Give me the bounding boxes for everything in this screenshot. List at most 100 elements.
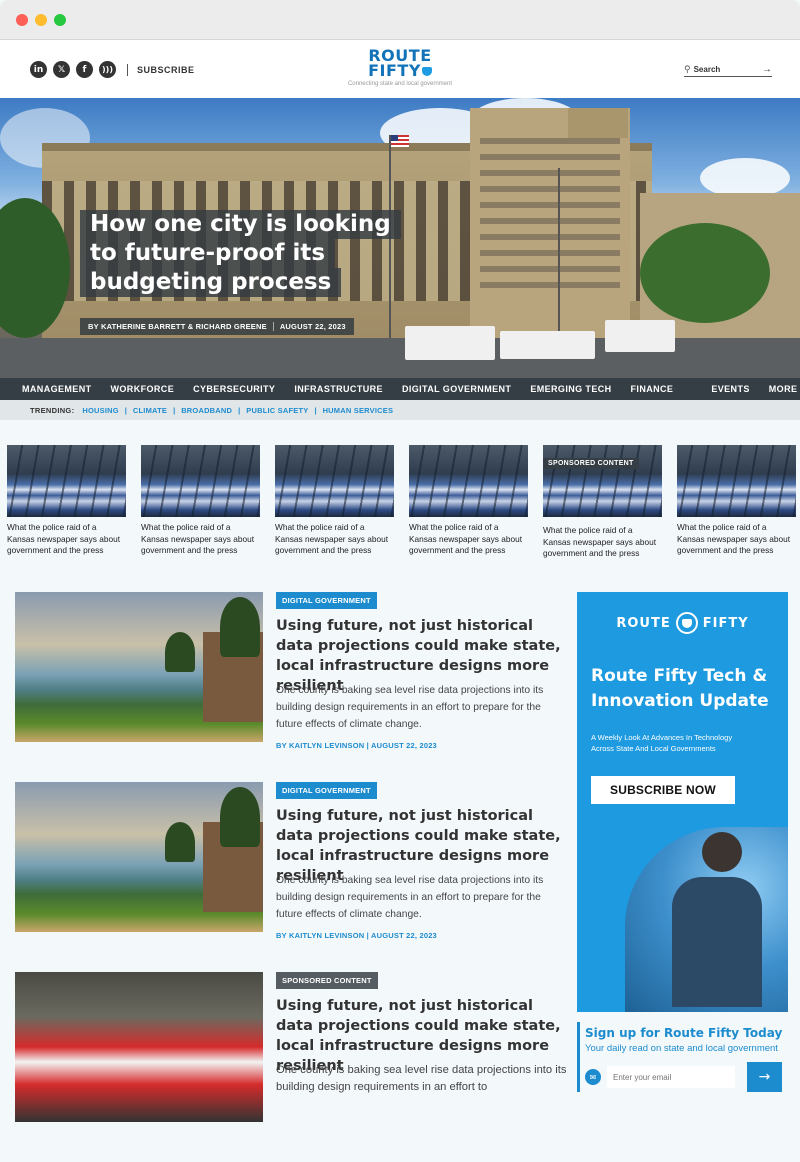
thumb-title[interactable]: What the police raid of a Kansas newspap…: [141, 522, 260, 557]
main-nav: MANAGEMENT WORKFORCE CYBERSECURITY INFRA…: [0, 378, 800, 400]
newsletter-ad[interactable]: ROUTE FIFTY Route Fifty Tech & Innovatio…: [577, 592, 788, 1012]
divider: [272, 322, 274, 331]
ad-logo: ROUTE FIFTY: [577, 612, 788, 634]
x-twitter-icon[interactable]: 𝕏: [53, 61, 70, 78]
nav-item-workforce[interactable]: WORKFORCE: [111, 384, 175, 394]
article-byline[interactable]: BY KAITLYN LEVINSON | AUGUST 22, 2023: [276, 741, 437, 750]
hero-date: AUGUST 22, 2023: [279, 322, 346, 331]
trending-link-climate[interactable]: CLIMATE: [133, 406, 167, 415]
divider: |: [314, 405, 317, 415]
article-card[interactable]: SPONSORED CONTENT Using future, not just…: [15, 972, 566, 1162]
us-flag: [391, 135, 409, 147]
trending-label: TRENDING:: [30, 405, 75, 415]
article-image[interactable]: [15, 782, 263, 932]
thumb-card[interactable]: What the police raid of a Kansas newspap…: [275, 445, 394, 560]
divider: [127, 63, 128, 76]
nav-item-cybersecurity[interactable]: CYBERSECURITY: [193, 384, 275, 394]
person-body: [672, 877, 762, 1007]
trending-bar: TRENDING: HOUSING | CLIMATE | BROADBAND …: [0, 400, 800, 420]
article-category[interactable]: DIGITAL GOVERNMENT: [276, 782, 377, 799]
subscribe-now-button[interactable]: SUBSCRIBE NOW: [591, 776, 735, 804]
article-summary: One county is baking sea level rise data…: [276, 875, 544, 920]
search-box[interactable]: ⚲ Search →: [684, 64, 772, 77]
trending-link-public-safety[interactable]: PUBLIC SAFETY: [246, 406, 308, 415]
article-image[interactable]: [15, 972, 263, 1122]
hero-byline: BY KATHERINE BARRETT & RICHARD GREENE AU…: [80, 318, 354, 335]
tower-building: [470, 108, 630, 338]
nav-item-emerging-tech[interactable]: EMERGING TECH: [530, 384, 611, 394]
thumb-card[interactable]: What the police raid of a Kansas newspap…: [7, 445, 126, 560]
trending-link-housing[interactable]: HOUSING: [82, 406, 118, 415]
social-links: in 𝕏 f ))) SUBSCRIBE: [30, 61, 195, 78]
person-head: [702, 832, 742, 872]
ad-logo-left: ROUTE: [616, 615, 671, 631]
thumb-title[interactable]: What the police raid of a Kansas newspap…: [409, 522, 528, 557]
truck: [605, 320, 675, 352]
ad-subtitle: A Weekly Look At Advances In Technology …: [591, 733, 733, 753]
hero-authors[interactable]: BY KATHERINE BARRETT & RICHARD GREENE: [88, 322, 267, 331]
facebook-icon[interactable]: f: [76, 61, 93, 78]
thumb-image: [275, 445, 394, 517]
nav-item-management[interactable]: MANAGEMENT: [22, 384, 92, 394]
thumb-card[interactable]: What the police raid of a Kansas newspap…: [677, 445, 796, 560]
site-logo[interactable]: ROUTE FIFTY Connecting state and local g…: [340, 48, 460, 88]
street: [0, 338, 800, 378]
nav-item-infrastructure[interactable]: INFRASTRUCTURE: [294, 384, 383, 394]
minimize-window-button[interactable]: [35, 14, 47, 26]
article-image[interactable]: [15, 592, 263, 742]
signup-subtitle: Your daily read on state and local gover…: [585, 1043, 778, 1054]
article-summary: One county is baking sea level rise data…: [276, 685, 544, 730]
article-category[interactable]: SPONSORED CONTENT: [276, 972, 378, 989]
mail-icon: ✉: [585, 1069, 601, 1085]
article-card[interactable]: DIGITAL GOVERNMENT Using future, not jus…: [15, 592, 565, 782]
logo-fifty: FIFTY: [340, 63, 460, 79]
trending-link-broadband[interactable]: BROADBAND: [181, 406, 232, 415]
sponsored-badge: SPONSORED CONTENT: [543, 458, 639, 469]
article-byline[interactable]: BY KAITLYN LEVINSON | AUGUST 22, 2023: [276, 931, 437, 940]
shield-icon: [675, 612, 698, 634]
palm-tree: [220, 597, 260, 657]
truck: [500, 331, 595, 359]
thumb-title[interactable]: What the police raid of a Kansas newspap…: [275, 522, 394, 557]
signup-form: ✉ →: [585, 1062, 788, 1092]
thumb-image: [7, 445, 126, 517]
thumb-card[interactable]: SPONSORED CONTENT What the police raid o…: [543, 445, 662, 560]
nav-item-events[interactable]: EVENTS: [711, 384, 749, 394]
email-field[interactable]: [607, 1066, 735, 1088]
maximize-window-button[interactable]: [54, 14, 66, 26]
thumb-image: [141, 445, 260, 517]
article-category[interactable]: DIGITAL GOVERNMENT: [276, 592, 377, 609]
thumb-card[interactable]: What the police raid of a Kansas newspap…: [141, 445, 260, 560]
divider: |: [238, 405, 241, 415]
nav-item-digital-government[interactable]: DIGITAL GOVERNMENT: [402, 384, 511, 394]
linkedin-icon[interactable]: in: [30, 61, 47, 78]
nav-item-more[interactable]: MORE ⌄: [769, 384, 800, 395]
signup-title: Sign up for Route Fifty Today: [585, 1026, 783, 1040]
trending-link-human-services[interactable]: HUMAN SERVICES: [323, 406, 394, 415]
hero-feature[interactable]: How one city is looking to future-proof …: [0, 98, 800, 378]
ad-title: Route Fifty Tech & Innovation Update: [591, 666, 769, 711]
headline-line: budgeting process: [80, 268, 342, 297]
thumb-title[interactable]: What the police raid of a Kansas newspap…: [677, 522, 796, 557]
subscribe-link[interactable]: SUBSCRIBE: [137, 65, 195, 75]
arrow-right-icon[interactable]: →: [762, 64, 772, 75]
thumb-title[interactable]: What the police raid of a Kansas newspap…: [7, 522, 126, 557]
thumb-card[interactable]: What the police raid of a Kansas newspap…: [409, 445, 528, 560]
newsletter-signup: Sign up for Route Fifty Today Your daily…: [577, 1022, 788, 1092]
search-input[interactable]: Search: [694, 65, 762, 74]
article-card[interactable]: DIGITAL GOVERNMENT Using future, not jus…: [15, 782, 565, 972]
hero-headline[interactable]: How one city is looking to future-proof …: [80, 210, 401, 297]
site-tagline: Connecting state and local government: [347, 81, 453, 87]
thumb-title[interactable]: What the police raid of a Kansas newspap…: [543, 525, 662, 560]
submit-button[interactable]: →: [747, 1062, 782, 1092]
nav-item-finance[interactable]: FINANCE: [631, 384, 674, 394]
thumbnail-strip: What the police raid of a Kansas newspap…: [7, 445, 796, 560]
search-icon: ⚲: [684, 64, 691, 74]
palm-tree: [220, 787, 260, 847]
shield-icon: [421, 67, 432, 76]
headline-line: How one city is looking: [80, 210, 401, 239]
tower-top: [568, 108, 628, 138]
rss-icon[interactable]: ))): [99, 61, 116, 78]
close-window-button[interactable]: [16, 14, 28, 26]
site-header: in 𝕏 f ))) SUBSCRIBE ROUTE FIFTY Connect…: [0, 40, 800, 98]
